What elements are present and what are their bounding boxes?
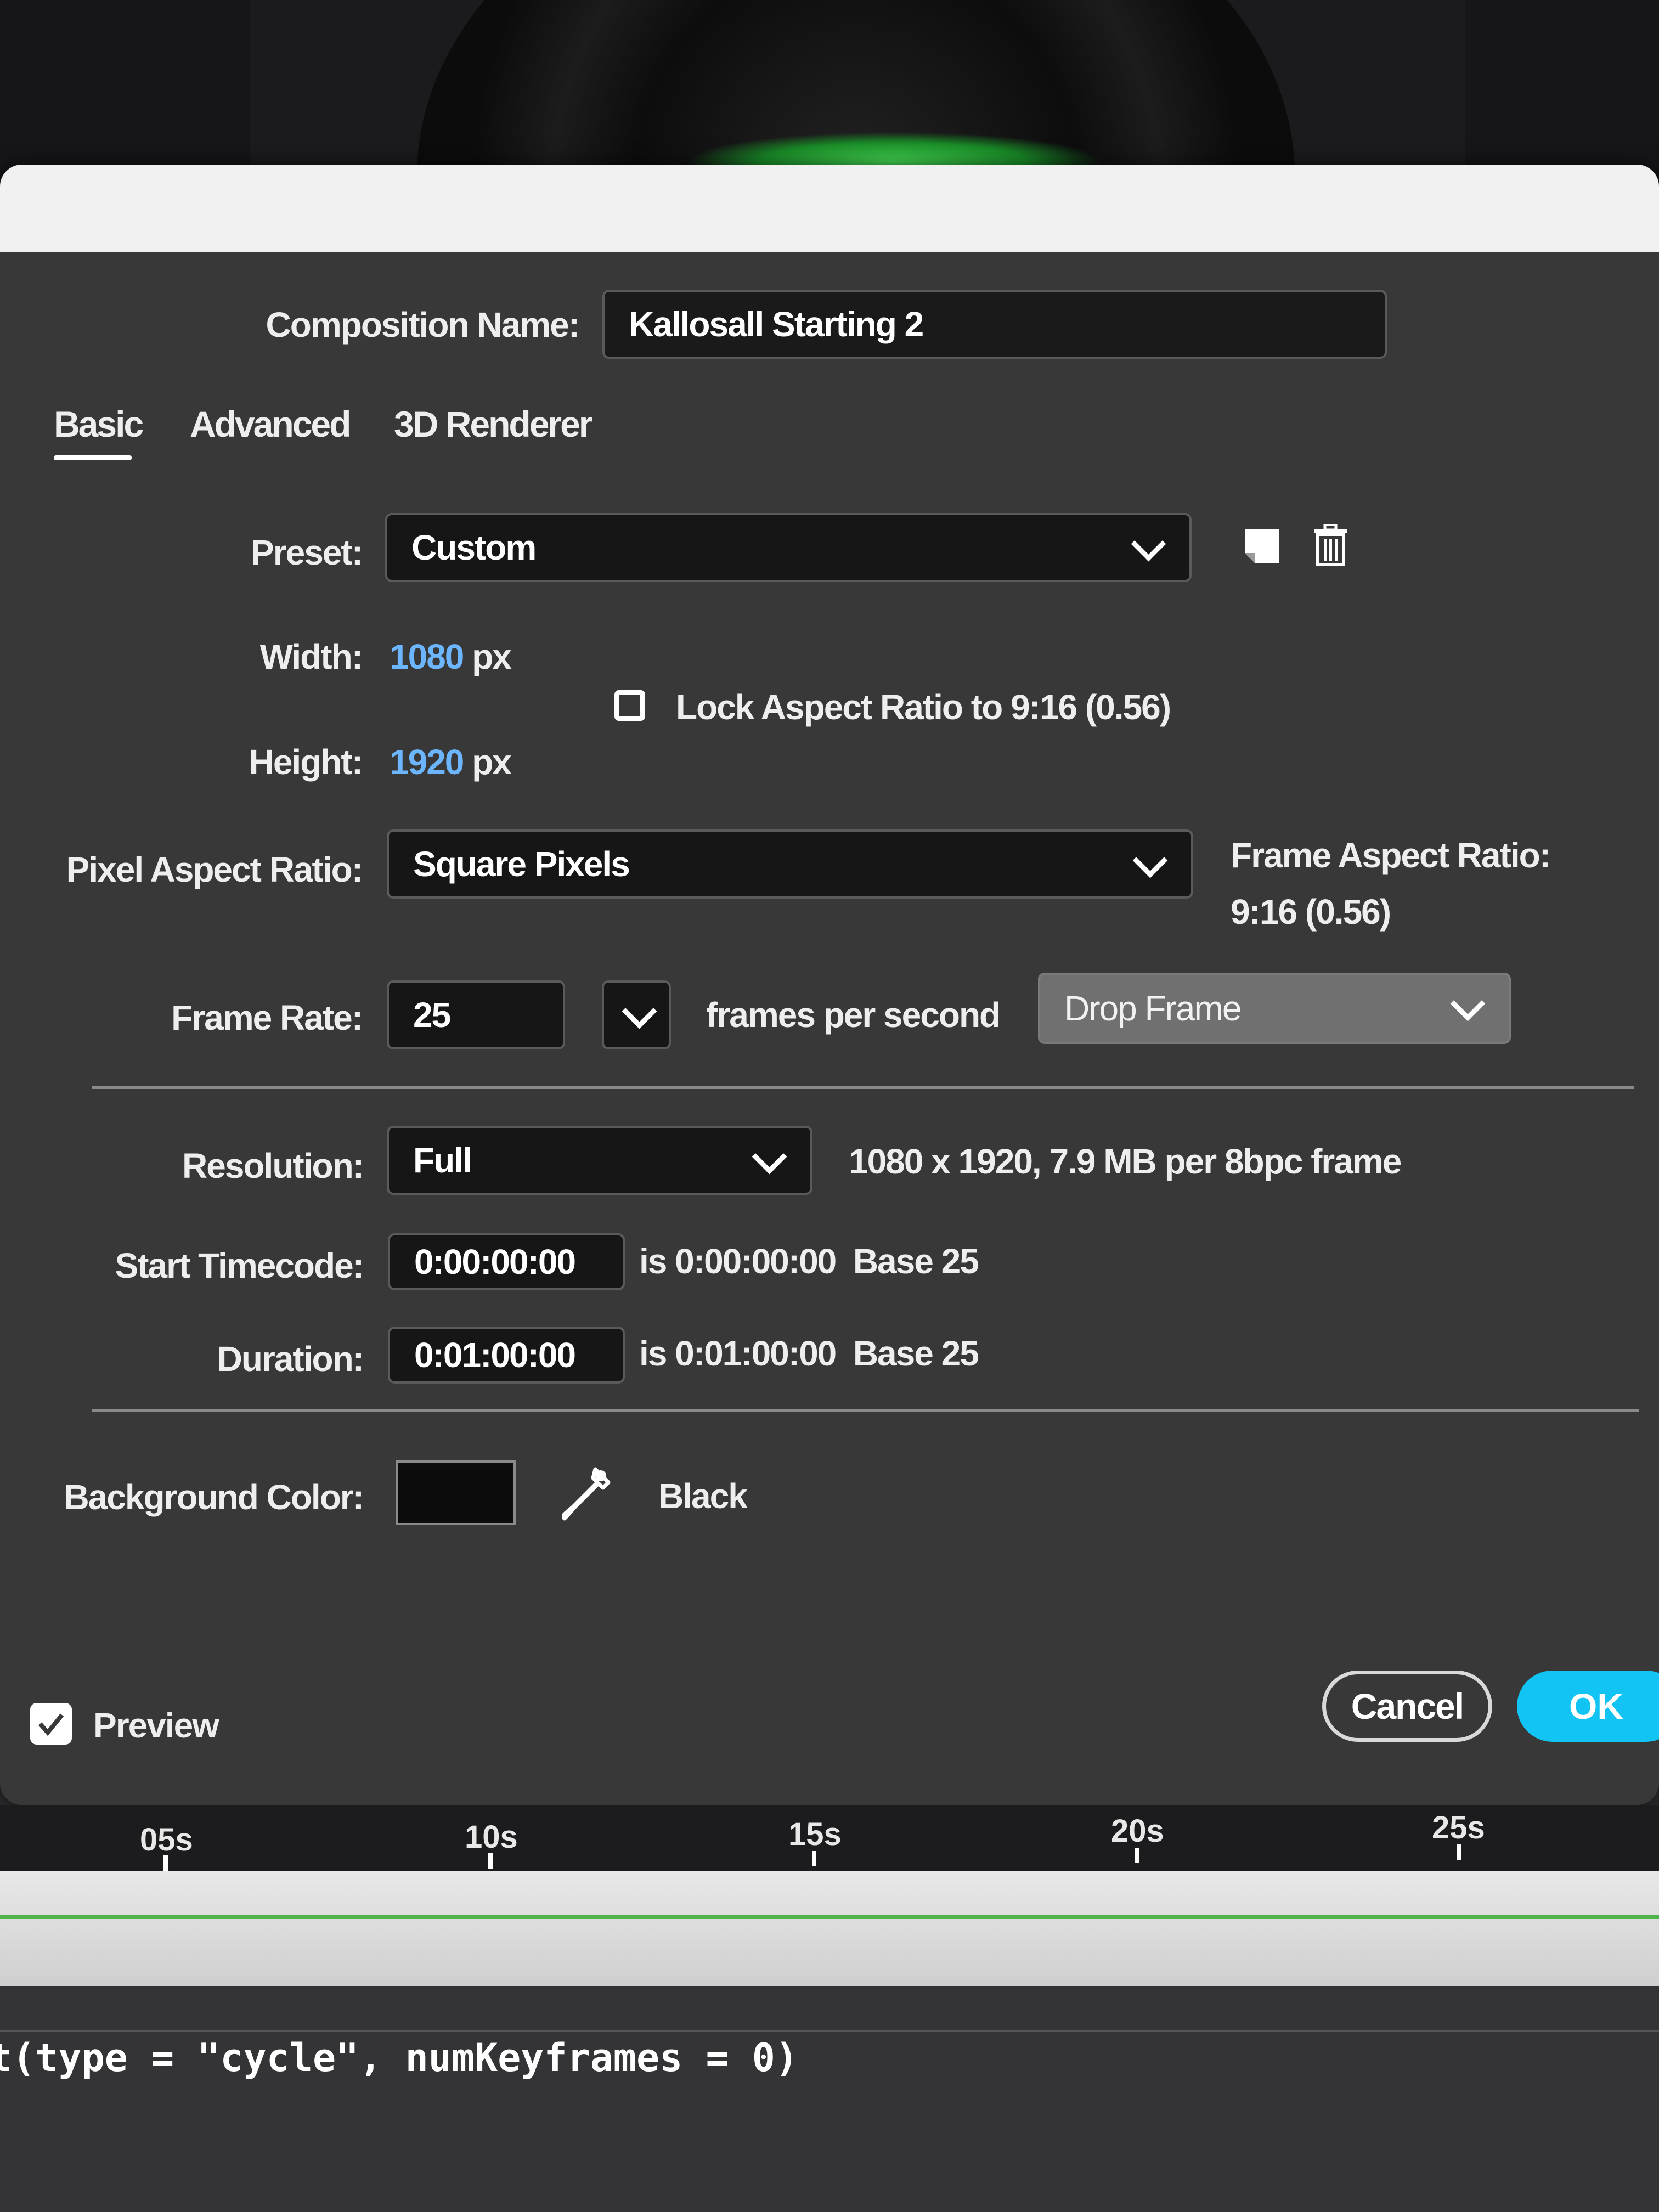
divider — [92, 1409, 1639, 1412]
start-timecode-label: Start Timecode: — [115, 1246, 365, 1285]
tab-advanced[interactable]: Advanced — [190, 403, 351, 445]
background-color-swatch[interactable] — [396, 1460, 516, 1525]
resolution-label: Resolution: — [182, 1146, 364, 1186]
chevron-down-icon — [1131, 526, 1166, 562]
duration-is: is 0:01:00:00 — [639, 1334, 837, 1373]
ok-button[interactable]: OK — [1517, 1671, 1659, 1742]
timeline-tick-label: 20s — [1111, 1813, 1164, 1849]
height-value[interactable]: 1920 — [390, 742, 464, 782]
timeline-ruler[interactable]: 05s 10s 15s 20s 25s — [0, 1805, 1659, 1871]
composition-name-input[interactable]: Kallosall Starting 2 — [602, 290, 1387, 359]
width-label: Width: — [259, 637, 363, 676]
timeline-tick — [812, 1851, 816, 1866]
preset-value: Custom — [411, 528, 537, 567]
dialog-titlebar — [0, 165, 1659, 252]
frame-aspect-label: Frame Aspect Ratio: — [1231, 836, 1551, 875]
timeline-tick — [1457, 1844, 1461, 1860]
timeline-track[interactable] — [0, 1871, 1659, 1986]
timeline-tick — [488, 1853, 493, 1869]
tab-3d-renderer[interactable]: 3D Renderer — [394, 403, 592, 445]
trash-icon[interactable] — [1313, 523, 1348, 567]
resolution-dropdown[interactable]: Full — [387, 1126, 812, 1195]
frame-rate-value: 25 — [413, 995, 451, 1035]
divider — [92, 1086, 1634, 1089]
chevron-down-icon — [1450, 986, 1486, 1022]
preset-dropdown[interactable]: Custom — [385, 513, 1192, 582]
start-timecode-info: is 0:00:00:00 Base 25 — [639, 1241, 979, 1282]
divider — [0, 2030, 1659, 2032]
width-field[interactable]: 1080 px — [390, 636, 512, 677]
composition-name-label: Composition Name: — [266, 305, 580, 345]
timeline-tick-label: 25s — [1432, 1810, 1485, 1846]
duration-info: is 0:01:00:00 Base 25 — [639, 1333, 979, 1374]
expression-editor[interactable] — [0, 1986, 1659, 2212]
lock-aspect-checkbox[interactable] — [614, 690, 645, 721]
timeline-tick — [1135, 1848, 1139, 1863]
tab-basic-underline — [54, 455, 132, 460]
timeline-tick-label: 10s — [465, 1819, 518, 1855]
width-unit: px — [472, 637, 512, 676]
save-preset-icon[interactable] — [1243, 527, 1281, 565]
preset-label: Preset: — [251, 533, 363, 572]
start-timecode-input[interactable]: 0:00:00:00 — [388, 1233, 625, 1290]
drop-frame-value: Drop Frame — [1064, 989, 1242, 1028]
height-label: Height: — [249, 742, 363, 782]
timeline-tick — [163, 1855, 168, 1871]
tab-basic[interactable]: Basic — [54, 403, 144, 445]
cancel-button[interactable]: Cancel — [1322, 1671, 1492, 1742]
width-value[interactable]: 1080 — [390, 637, 464, 676]
drop-frame-dropdown[interactable]: Drop Frame — [1038, 973, 1511, 1044]
timeline-tick-label: 15s — [788, 1816, 842, 1852]
timeline-track-line — [0, 1915, 1659, 1919]
frame-aspect-value: 9:16 (0.56) — [1231, 892, 1391, 932]
duration-value: 0:01:00:00 — [414, 1335, 576, 1375]
frame-rate-label: Frame Rate: — [171, 998, 363, 1037]
background-color-name: Black — [658, 1476, 748, 1516]
chevron-down-icon — [1132, 843, 1168, 878]
duration-input[interactable]: 0:01:00:00 — [388, 1327, 625, 1384]
composition-settings-dialog: Composition Name: Kallosall Starting 2 B… — [0, 165, 1659, 1805]
timeline-tick-label: 05s — [140, 1822, 193, 1858]
composition-name-value: Kallosall Starting 2 — [629, 304, 924, 344]
pixel-aspect-label: Pixel Aspect Ratio: — [66, 850, 363, 889]
start-timecode-is: is 0:00:00:00 — [639, 1242, 837, 1281]
resolution-info: 1080 x 1920, 7.9 MB per 8bpc frame — [849, 1142, 1402, 1181]
chevron-down-icon — [622, 994, 657, 1029]
frame-rate-dropdown-button[interactable] — [602, 980, 671, 1049]
preview-label: Preview — [93, 1706, 219, 1745]
pixel-aspect-value: Square Pixels — [413, 844, 630, 884]
chevron-down-icon — [752, 1139, 787, 1175]
height-field[interactable]: 1920 px — [390, 742, 512, 782]
eyedropper-icon[interactable] — [560, 1466, 612, 1521]
height-unit: px — [472, 742, 512, 782]
expression-code-line[interactable]: t(type = "cycle", numKeyframes = 0) — [0, 2035, 798, 2080]
pixel-aspect-dropdown[interactable]: Square Pixels — [387, 830, 1193, 899]
duration-base: Base 25 — [853, 1334, 979, 1373]
background-monitor-area — [0, 0, 1659, 181]
background-color-label: Background Color: — [64, 1477, 364, 1517]
lock-aspect-label: Lock Aspect Ratio to 9:16 (0.56) — [676, 687, 1171, 727]
frame-rate-input[interactable]: 25 — [387, 980, 565, 1049]
duration-label: Duration: — [217, 1339, 364, 1379]
start-timecode-base: Base 25 — [853, 1242, 979, 1281]
resolution-value: Full — [413, 1141, 472, 1180]
preview-checkbox[interactable] — [30, 1703, 72, 1745]
frame-rate-unit: frames per second — [706, 995, 1001, 1035]
start-timecode-value: 0:00:00:00 — [414, 1242, 576, 1282]
